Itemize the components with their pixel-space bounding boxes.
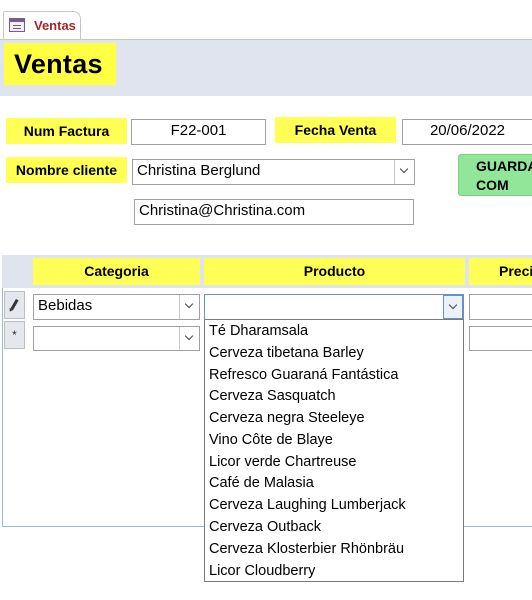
list-item[interactable]: Té Dharamsala	[209, 323, 308, 339]
list-item[interactable]: Cerveza negra Steeleye	[209, 410, 365, 426]
list-item[interactable]: Cerveza tibetana Barley	[209, 345, 364, 361]
combo-dropdown-button[interactable]	[443, 295, 463, 319]
list-item[interactable]: Vino Côte de Blaye	[209, 432, 333, 448]
list-item[interactable]: Cerveza Klosterbier Rhönbräu	[209, 541, 404, 557]
form-icon	[9, 18, 25, 32]
chevron-down-icon	[184, 331, 194, 341]
precio-field-new[interactable]	[469, 326, 532, 351]
nombre-cliente-value: Christina Berglund	[137, 162, 261, 179]
record-selector-current[interactable]	[4, 291, 25, 319]
tab-label: Ventas	[34, 18, 76, 33]
nombre-cliente-label: Nombre cliente	[6, 157, 127, 183]
column-header-precio: Preci	[469, 258, 532, 285]
num-factura-label: Num Factura	[6, 118, 127, 144]
list-item[interactable]: Cerveza Sasquatch	[209, 388, 336, 404]
combo-dropdown-button[interactable]	[179, 295, 199, 319]
document-tab-strip: Ventas	[0, 0, 532, 40]
pencil-icon	[10, 298, 19, 311]
list-item[interactable]: Cerveza Laughing Lumberjack	[209, 497, 406, 513]
form-header: Ventas	[0, 40, 532, 96]
tab-ventas[interactable]: Ventas	[3, 11, 81, 40]
column-header-categoria: Categoria	[33, 258, 200, 285]
column-header-producto: Producto	[204, 258, 465, 285]
chevron-down-icon	[448, 300, 458, 310]
list-item[interactable]: Café de Malasia	[209, 475, 314, 491]
email-field[interactable]: Christina@Christina.com	[134, 199, 414, 225]
fecha-venta-label: Fecha Venta	[275, 117, 396, 143]
list-item[interactable]: Cerveza Outback	[209, 519, 321, 535]
access-form-window: Ventas Ventas Num Factura F22-001 Fecha …	[0, 0, 532, 600]
new-record-icon: *	[12, 328, 17, 342]
precio-field[interactable]	[469, 294, 532, 320]
chevron-down-icon	[184, 299, 194, 309]
combo-dropdown-button[interactable]	[394, 160, 414, 184]
producto-dropdown-list[interactable]: Té Dharamsala Cerveza tibetana Barley Re…	[204, 319, 464, 582]
chevron-down-icon	[399, 164, 409, 174]
list-item[interactable]: Licor verde Chartreuse	[209, 454, 357, 470]
producto-combo[interactable]	[204, 294, 464, 320]
save-button[interactable]: GUARDA COM	[458, 154, 532, 196]
categoria-value: Bebidas	[38, 297, 93, 314]
categoria-combo-new[interactable]	[33, 326, 200, 351]
fecha-venta-field[interactable]: 20/06/2022	[402, 119, 532, 145]
num-factura-field[interactable]: F22-001	[131, 119, 266, 145]
form-title: Ventas	[4, 43, 116, 85]
list-item[interactable]: Licor Cloudberry	[209, 563, 315, 579]
combo-dropdown-button[interactable]	[179, 327, 199, 350]
nombre-cliente-combo[interactable]: Christina Berglund	[132, 159, 415, 185]
list-item[interactable]: Refresco Guaraná Fantástica	[209, 367, 398, 383]
record-selector-new[interactable]: *	[4, 321, 25, 349]
categoria-combo[interactable]: Bebidas	[33, 294, 200, 320]
